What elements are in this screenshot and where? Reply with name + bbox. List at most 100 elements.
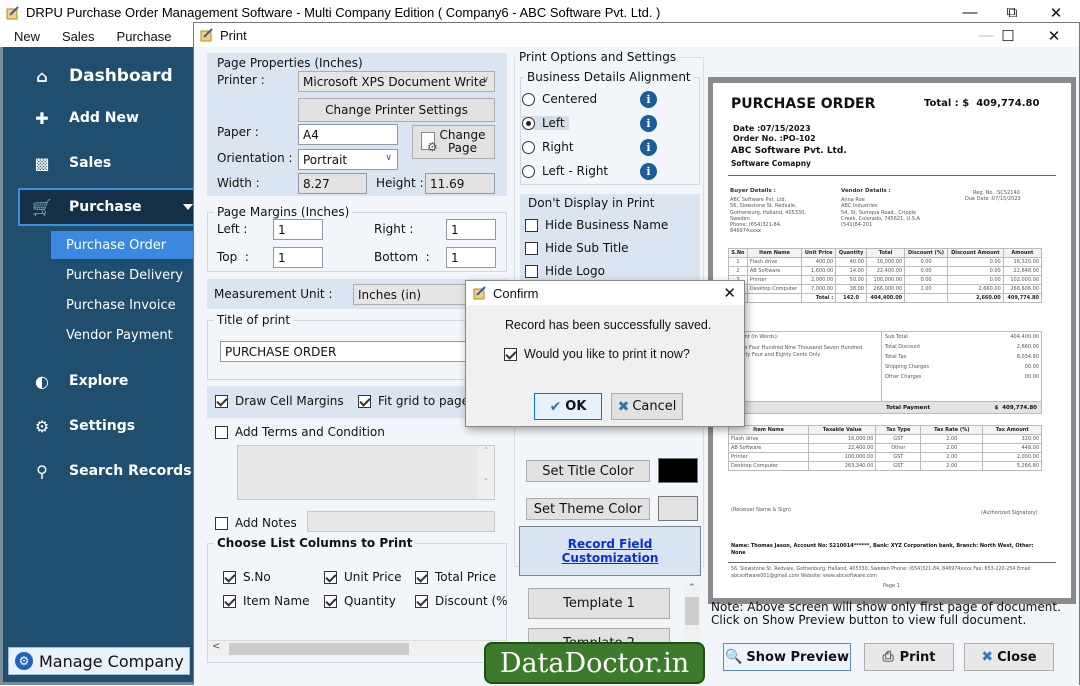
- hide-logo-checkbox[interactable]: Hide Logo: [525, 264, 605, 278]
- info-icon[interactable]: i: [640, 163, 657, 180]
- terms-textarea[interactable]: ⌃ ⌄: [237, 445, 495, 500]
- po-company: ABC Software Pvt. Ltd.: [731, 146, 847, 156]
- printer-select[interactable]: Microsoft XPS Document Write ∨: [298, 71, 495, 92]
- column-discount-checkbox[interactable]: Discount (%: [415, 594, 507, 608]
- amount-words: Dollars Four Hundred Nine Thousand Seven…: [730, 345, 863, 358]
- add-notes-checkbox[interactable]: Add Notes: [215, 516, 297, 530]
- sidebar-item-search-records[interactable]: ⚲ Search Records: [3, 452, 203, 490]
- template-1-button[interactable]: Template 1: [528, 588, 670, 619]
- info-icon[interactable]: i: [640, 91, 657, 108]
- table-cell: 404,400.00: [865, 293, 906, 303]
- sidebar-item-sales[interactable]: ▩ Sales: [3, 144, 203, 182]
- radio-button-selected: [522, 116, 535, 130]
- orientation-select[interactable]: Portrait ∨: [298, 149, 398, 170]
- maximize-button[interactable]: ☐: [986, 23, 1030, 48]
- table-cell: Printer: [746, 275, 803, 285]
- info-icon[interactable]: i: [640, 115, 657, 132]
- ok-button[interactable]: ✔ OK: [534, 393, 602, 420]
- table-cell: Desktop Computer: [746, 284, 803, 294]
- table-cell: 2.00: [920, 434, 984, 444]
- info-icon[interactable]: i: [640, 139, 657, 156]
- print-now-checkbox[interactable]: Would you like to print it now?: [504, 347, 690, 361]
- chevron-down-icon: ∨: [482, 75, 489, 85]
- table-cell: 268,606.00: [1002, 284, 1043, 294]
- sidebar-item-add-new[interactable]: ✚ Add New: [3, 99, 203, 137]
- close-print-button[interactable]: ✕: [1032, 23, 1076, 48]
- due-date: Due Date :07/15/2023: [965, 196, 1021, 202]
- sidebar-item-settings[interactable]: ⚙ Settings: [3, 407, 203, 445]
- radio-left-right[interactable]: Left - Right: [522, 164, 608, 178]
- column-header: Tax Rate (%): [920, 425, 984, 435]
- close-button[interactable]: ✖ Close: [964, 643, 1054, 671]
- submenu-purchase-delivery[interactable]: Purchase Delivery: [51, 261, 203, 289]
- column-unit-price-checkbox[interactable]: Unit Price: [324, 570, 402, 584]
- hide-business-name-checkbox[interactable]: Hide Business Name: [525, 218, 668, 232]
- cancel-button[interactable]: ✖ Cancel: [611, 393, 683, 420]
- close-dialog-icon[interactable]: ✕: [723, 284, 736, 302]
- checkbox-unchecked: [215, 425, 228, 439]
- top-margin-input[interactable]: 1: [273, 247, 323, 268]
- measurement-unit-select[interactable]: Inches (in): [353, 284, 483, 305]
- checkbox-unchecked: [525, 241, 538, 255]
- summary-divider: [881, 331, 882, 401]
- table-cell: 2.00: [920, 452, 984, 462]
- title-color-swatch[interactable]: [658, 458, 698, 483]
- table-cell: 400.00: [801, 257, 837, 267]
- confirm-body: Record has been successfully saved. Woul…: [466, 305, 744, 426]
- sidebar-item-explore[interactable]: ◐ Explore: [3, 362, 203, 400]
- set-title-color-button[interactable]: Set Title Color: [526, 460, 650, 482]
- submenu-purchase-invoice[interactable]: Purchase Invoice: [51, 291, 203, 319]
- sidebar-item-purchase[interactable]: 🛒 Purchase: [18, 188, 197, 226]
- change-page-button[interactable]: ⚙ Change Page: [412, 125, 495, 159]
- add-terms-checkbox[interactable]: Add Terms and Condition: [215, 425, 385, 439]
- column-total-price-checkbox[interactable]: Total Price: [415, 570, 496, 584]
- notes-input[interactable]: [307, 511, 495, 532]
- scrollbar-thumb[interactable]: [229, 643, 409, 655]
- right-margin-input[interactable]: 1: [446, 219, 496, 240]
- submenu-vendor-payment[interactable]: Vendor Payment: [51, 321, 203, 349]
- bottom-margin-input[interactable]: 1: [446, 247, 496, 268]
- table-row: Printer 100,000.00 GST 2.00 2,000.00: [727, 452, 1042, 462]
- table-cell: 50.00: [835, 275, 867, 285]
- summary-line: Shipping Charges 00.00: [885, 364, 1039, 370]
- table-cell: 448.00: [982, 443, 1042, 453]
- paper-input[interactable]: A4: [298, 124, 398, 145]
- submenu-purchase-order[interactable]: Purchase Order: [51, 231, 203, 259]
- radio-right[interactable]: Right: [522, 140, 574, 154]
- scrollbar-thumb[interactable]: [685, 597, 699, 625]
- textarea-scrollbar[interactable]: ⌃ ⌄: [478, 446, 494, 499]
- table-cell: Total :: [801, 293, 837, 303]
- menu-purchase[interactable]: Purchase: [103, 29, 180, 44]
- menu-new[interactable]: New: [0, 29, 48, 44]
- radio-centered[interactable]: Centered: [522, 92, 597, 106]
- radio-left[interactable]: Left: [522, 116, 569, 130]
- table-cell: 2.00: [920, 461, 984, 471]
- column-quantity-checkbox[interactable]: Quantity: [324, 594, 396, 608]
- detail-line: 54, St. Sumqua Road., Cripple: [841, 209, 917, 216]
- height-input[interactable]: 11.69: [425, 173, 495, 194]
- tax-table: Item Name Taxable Value Tax Type Tax Rate (…: [727, 425, 1042, 471]
- horizontal-scrollbar[interactable]: <: [208, 640, 506, 656]
- title-of-print-input[interactable]: PURCHASE ORDER: [220, 341, 480, 362]
- theme-color-swatch[interactable]: [658, 496, 698, 521]
- print-preview: PURCHASE ORDER Total : $ 409,774.80 Date…: [708, 77, 1076, 604]
- app-icon: [200, 28, 213, 42]
- paper-label: Paper :: [217, 125, 259, 139]
- manage-company-button[interactable]: ⚙ Manage Company: [8, 647, 190, 675]
- column-header: Tax Amount: [982, 425, 1042, 435]
- column-sno-checkbox[interactable]: S.No: [223, 570, 271, 584]
- print-button[interactable]: ⎙ Print: [864, 643, 954, 671]
- left-margin-input[interactable]: 1: [273, 219, 323, 240]
- column-item-name-checkbox[interactable]: Item Name: [223, 594, 310, 608]
- set-theme-color-button[interactable]: Set Theme Color: [526, 498, 650, 520]
- fit-grid-checkbox[interactable]: Fit grid to page: [358, 394, 469, 408]
- po-total: Total : $ 409,774.80: [924, 98, 1040, 109]
- draw-cell-margins-checkbox[interactable]: Draw Cell Margins: [215, 394, 344, 408]
- sidebar-item-dashboard[interactable]: ⌂ Dashboard: [3, 57, 203, 95]
- menu-sales[interactable]: Sales: [48, 29, 103, 44]
- record-field-customization-link[interactable]: Record Field Customization: [555, 537, 665, 565]
- hide-sub-title-checkbox[interactable]: Hide Sub Title: [525, 241, 629, 255]
- show-preview-button[interactable]: 🔍 Show Preview: [723, 643, 851, 671]
- change-printer-settings-button[interactable]: Change Printer Settings: [298, 98, 495, 122]
- width-input[interactable]: 8.27: [298, 173, 367, 194]
